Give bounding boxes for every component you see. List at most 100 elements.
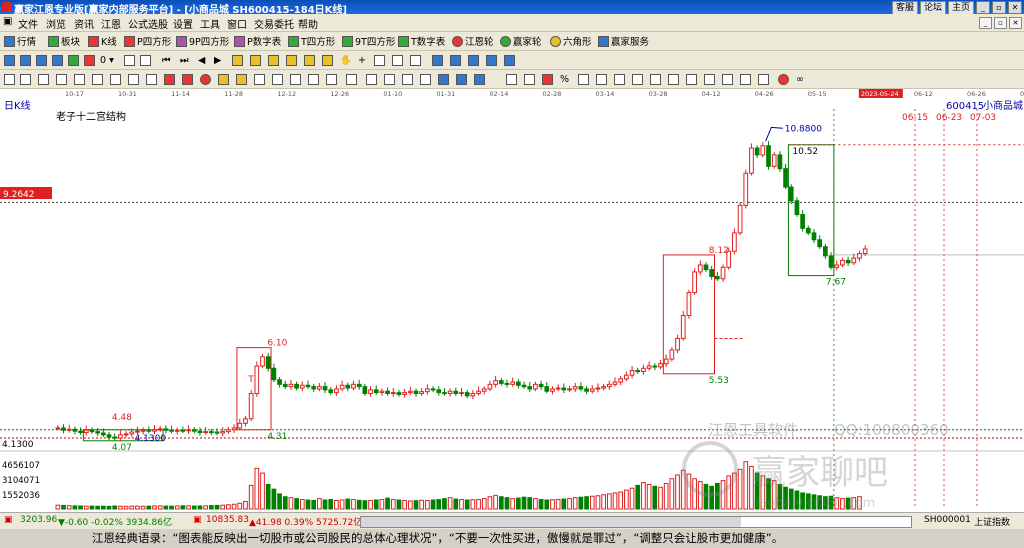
sector-button[interactable]: 板块 xyxy=(48,34,80,48)
draw-icon-32[interactable] xyxy=(596,72,607,86)
tool-icon-16[interactable] xyxy=(392,53,403,67)
draw-icon-1[interactable] xyxy=(4,72,15,86)
menu-info[interactable]: 资讯 xyxy=(74,16,94,31)
t-square-button[interactable]: T四方形 xyxy=(288,34,335,48)
draw-icon-12[interactable] xyxy=(200,72,211,86)
draw-icon-18[interactable] xyxy=(308,72,319,86)
draw-icon-39[interactable] xyxy=(722,72,733,86)
draw-icon-4[interactable] xyxy=(56,72,67,86)
draw-icon-3[interactable] xyxy=(38,72,49,86)
menu-window[interactable]: 窗口 xyxy=(227,16,247,31)
draw-icon-23[interactable] xyxy=(402,72,413,86)
draw-icon-29[interactable] xyxy=(524,72,535,86)
app-menu-icon[interactable]: ▣ xyxy=(3,16,12,27)
menu-formula-screen[interactable]: 公式选股 xyxy=(128,16,168,31)
zero-dropdown-icon[interactable]: 0 ▾ xyxy=(100,53,114,67)
restore-icon[interactable]: ▫ xyxy=(992,1,1006,14)
gann-wheel-button[interactable]: 江恩轮 xyxy=(452,34,494,48)
mdi-minimize-icon[interactable]: _ xyxy=(979,17,992,29)
tool-icon-17[interactable] xyxy=(410,53,421,67)
draw-icon-41[interactable] xyxy=(758,72,769,86)
forum-button[interactable]: 论坛 xyxy=(919,1,946,15)
menu-file[interactable]: 文件 xyxy=(18,16,38,31)
last-icon[interactable]: ⏭ xyxy=(180,53,189,67)
draw-icon-15[interactable] xyxy=(254,72,265,86)
draw-icon-16[interactable] xyxy=(272,72,283,86)
draw-icon-35[interactable] xyxy=(650,72,661,86)
tool-icon-6[interactable] xyxy=(84,53,95,67)
index-name[interactable]: 上证指数 xyxy=(974,515,1010,528)
tool-icon-8[interactable] xyxy=(140,53,151,67)
minimize-icon[interactable]: _ xyxy=(976,1,990,14)
draw-icon-34[interactable] xyxy=(632,72,643,86)
kline-chart[interactable]: 10-17 10-31 11-14 11-28 12-12 12-26 01-10 01-31… xyxy=(0,89,1024,511)
tool-icon-21[interactable] xyxy=(486,53,497,67)
tool-icon-2[interactable] xyxy=(20,53,31,67)
draw-icon-6[interactable] xyxy=(92,72,103,86)
menu-gann[interactable]: 江恩 xyxy=(101,16,121,31)
draw-icon-10[interactable] xyxy=(164,72,175,86)
tool-icon-3[interactable] xyxy=(36,53,47,67)
winner-wheel-button[interactable]: 赢家轮 xyxy=(500,34,542,48)
scroll-thumb[interactable] xyxy=(361,517,741,527)
tool-icon-19[interactable] xyxy=(450,53,461,67)
menu-browse[interactable]: 浏览 xyxy=(46,16,66,31)
chart-scrollbar[interactable] xyxy=(360,516,912,528)
kline-button[interactable]: K线 xyxy=(88,34,117,48)
tool-icon-13[interactable] xyxy=(304,53,315,67)
draw-icon-5[interactable] xyxy=(74,72,85,86)
draw-icon-24[interactable] xyxy=(420,72,431,86)
first-icon[interactable]: ⏮ xyxy=(162,53,171,67)
draw-icon-36[interactable] xyxy=(668,72,679,86)
tool-icon-9[interactable] xyxy=(232,53,243,67)
homepage-button[interactable]: 主页 xyxy=(947,1,974,15)
tool-icon-7[interactable] xyxy=(124,53,135,67)
draw-icon-13[interactable] xyxy=(218,72,229,86)
tool-icon-5[interactable] xyxy=(68,53,79,67)
draw-icon-25[interactable] xyxy=(438,72,449,86)
draw-icon-11[interactable] xyxy=(182,72,193,86)
percent-icon[interactable]: % xyxy=(560,72,569,86)
draw-icon-2[interactable] xyxy=(20,72,31,86)
tool-icon-1[interactable] xyxy=(4,53,15,67)
draw-icon-19[interactable] xyxy=(326,72,337,86)
mdi-close-icon[interactable]: ✕ xyxy=(1009,17,1022,29)
link-icon[interactable]: ∞ xyxy=(796,72,804,86)
draw-icon-17[interactable] xyxy=(290,72,301,86)
tool-icon-15[interactable] xyxy=(374,53,385,67)
draw-icon-22[interactable] xyxy=(384,72,395,86)
draw-icon-26[interactable] xyxy=(456,72,467,86)
tool-icon-11[interactable] xyxy=(268,53,279,67)
close-icon[interactable]: ✕ xyxy=(1008,1,1022,14)
tool-icon-22[interactable] xyxy=(504,53,515,67)
right-icon[interactable]: ▶ xyxy=(214,53,221,67)
draw-icon-20[interactable] xyxy=(346,72,357,86)
draw-icon-28[interactable] xyxy=(506,72,517,86)
menu-tools[interactable]: 工具 xyxy=(200,16,220,31)
mdi-restore-icon[interactable]: ▫ xyxy=(994,17,1007,29)
draw-icon-33[interactable] xyxy=(614,72,625,86)
tool-icon-10[interactable] xyxy=(250,53,261,67)
draw-icon-40[interactable] xyxy=(740,72,751,86)
draw-icon-31[interactable] xyxy=(578,72,589,86)
draw-icon-14[interactable] xyxy=(236,72,247,86)
p-number-table-button[interactable]: P数字表 xyxy=(234,34,281,48)
draw-icon-27[interactable] xyxy=(474,72,485,86)
draw-icon-30[interactable] xyxy=(542,72,553,86)
menu-help[interactable]: 帮助 xyxy=(298,16,318,31)
winner-service-button[interactable]: 赢家服务 xyxy=(598,34,649,48)
draw-icon-21[interactable] xyxy=(366,72,377,86)
draw-icon-8[interactable] xyxy=(128,72,139,86)
draw-icon-38[interactable] xyxy=(704,72,715,86)
9t-square-button[interactable]: 9T四方形 xyxy=(342,34,395,48)
t-number-table-button[interactable]: T数字表 xyxy=(398,34,445,48)
9p-square-button[interactable]: 9P四方形 xyxy=(176,34,229,48)
tool-icon-20[interactable] xyxy=(468,53,479,67)
left-icon[interactable]: ◀ xyxy=(198,53,205,67)
tool-icon-14[interactable] xyxy=(322,53,333,67)
menu-settings[interactable]: 设置 xyxy=(173,16,193,31)
pan-icon[interactable]: ✋ xyxy=(340,53,352,67)
color-wheel-icon[interactable] xyxy=(778,72,789,86)
draw-icon-9[interactable] xyxy=(146,72,157,86)
draw-icon-7[interactable] xyxy=(110,72,121,86)
